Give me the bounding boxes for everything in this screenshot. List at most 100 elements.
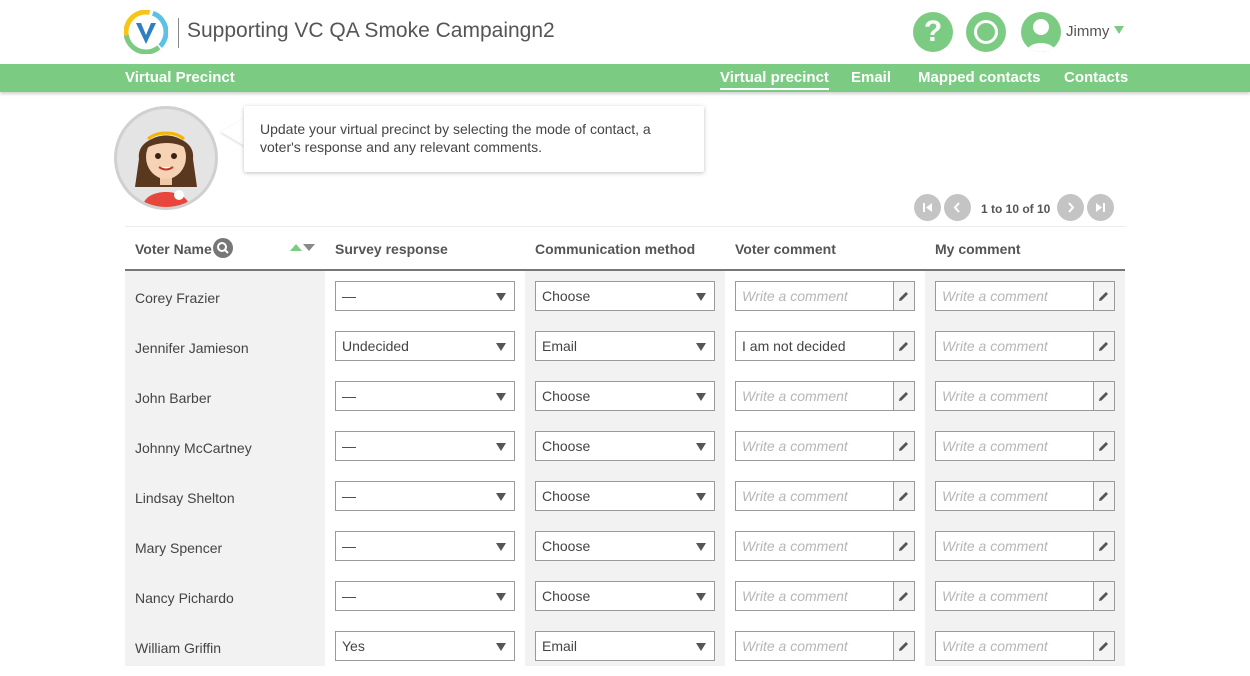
voter-name: William Griffin <box>135 640 222 656</box>
voter-comment-input[interactable] <box>736 632 893 660</box>
column-header-voter-name[interactable]: Voter Name <box>135 241 212 257</box>
survey-response-select[interactable]: — <box>335 431 515 461</box>
nav-link-virtual-precinct[interactable]: Virtual precinct <box>720 69 829 90</box>
my-comment-input[interactable] <box>936 382 1093 410</box>
table-row: Johnny McCartney — Choose <box>125 426 1125 476</box>
table-row: Lindsay Shelton — Choose <box>125 476 1125 526</box>
edit-voter-comment-button[interactable] <box>893 532 914 560</box>
communication-method-value: Choose <box>542 438 591 454</box>
survey-response-select[interactable]: — <box>335 581 515 611</box>
chevron-down-icon <box>696 593 706 601</box>
user-avatar[interactable] <box>1021 12 1061 52</box>
column-header-voter-comment: Voter comment <box>735 241 836 257</box>
edit-voter-comment-button[interactable] <box>893 432 914 460</box>
communication-method-select[interactable]: Choose <box>535 431 715 461</box>
survey-response-value: — <box>342 288 356 304</box>
survey-response-select[interactable]: — <box>335 531 515 561</box>
mascot-avatar <box>114 106 218 210</box>
edit-my-comment-button[interactable] <box>1093 632 1114 660</box>
app-header: Supporting VC QA Smoke Campaingn2 ? Jimm… <box>0 0 1250 64</box>
voter-name: Jennifer Jamieson <box>135 340 249 356</box>
chevron-down-icon <box>696 643 706 651</box>
voter-comment-input[interactable] <box>736 482 893 510</box>
next-page-button[interactable] <box>1057 194 1084 221</box>
status-ring-button[interactable] <box>966 12 1006 52</box>
voter-comment-field <box>735 581 915 611</box>
chevron-down-icon <box>496 293 506 301</box>
survey-response-select[interactable]: Undecided <box>335 331 515 361</box>
table-row: Corey Frazier — Choose <box>125 276 1125 326</box>
voter-name: John Barber <box>135 390 212 406</box>
voter-comment-field <box>735 431 915 461</box>
survey-response-value: Undecided <box>342 338 409 354</box>
last-page-button[interactable] <box>1087 194 1114 221</box>
edit-my-comment-button[interactable] <box>1093 582 1114 610</box>
edit-my-comment-button[interactable] <box>1093 332 1114 360</box>
communication-method-select[interactable]: Choose <box>535 381 715 411</box>
chevron-down-icon <box>696 493 706 501</box>
my-comment-field <box>935 531 1115 561</box>
chevron-down-icon <box>496 393 506 401</box>
nav-link-mapped-contacts[interactable]: Mapped contacts <box>918 69 1041 86</box>
pencil-icon <box>1099 542 1108 551</box>
edit-my-comment-button[interactable] <box>1093 382 1114 410</box>
edit-my-comment-button[interactable] <box>1093 432 1114 460</box>
communication-method-select[interactable]: Email <box>535 631 715 661</box>
communication-method-value: Choose <box>542 588 591 604</box>
communication-method-select[interactable]: Choose <box>535 481 715 511</box>
nav-link-contacts[interactable]: Contacts <box>1064 69 1128 86</box>
edit-voter-comment-button[interactable] <box>893 582 914 610</box>
edit-voter-comment-button[interactable] <box>893 332 914 360</box>
communication-method-select[interactable]: Email <box>535 331 715 361</box>
edit-voter-comment-button[interactable] <box>893 632 914 660</box>
my-comment-input[interactable] <box>936 332 1093 360</box>
edit-voter-comment-button[interactable] <box>893 282 914 310</box>
voter-name: Johnny McCartney <box>135 440 252 456</box>
first-page-button[interactable] <box>914 194 941 221</box>
user-name[interactable]: Jimmy <box>1066 23 1109 40</box>
search-icon[interactable] <box>213 238 233 258</box>
voter-name: Mary Spencer <box>135 540 223 556</box>
my-comment-input[interactable] <box>936 632 1093 660</box>
survey-response-value: — <box>342 438 356 454</box>
voter-comment-input[interactable] <box>736 432 893 460</box>
survey-response-select[interactable]: — <box>335 481 515 511</box>
edit-voter-comment-button[interactable] <box>893 482 914 510</box>
edit-my-comment-button[interactable] <box>1093 482 1114 510</box>
my-comment-field <box>935 381 1115 411</box>
communication-method-select[interactable]: Choose <box>535 581 715 611</box>
my-comment-input[interactable] <box>936 582 1093 610</box>
pagination-summary: 1 to 10 of 10 <box>981 202 1051 216</box>
nav-link-email[interactable]: Email <box>851 69 891 86</box>
edit-voter-comment-button[interactable] <box>893 382 914 410</box>
sort-ascending-icon[interactable] <box>290 244 302 251</box>
voter-comment-input[interactable] <box>736 332 893 360</box>
edit-my-comment-button[interactable] <box>1093 532 1114 560</box>
survey-response-select[interactable]: — <box>335 381 515 411</box>
campaign-title: Supporting VC QA Smoke Campaingn2 <box>187 19 555 42</box>
voter-comment-input[interactable] <box>736 382 893 410</box>
chevron-down-icon <box>496 643 506 651</box>
communication-method-select[interactable]: Choose <box>535 281 715 311</box>
survey-response-select[interactable]: — <box>335 281 515 311</box>
my-comment-input[interactable] <box>936 532 1093 560</box>
voter-comment-field <box>735 481 915 511</box>
communication-method-select[interactable]: Choose <box>535 531 715 561</box>
voter-comment-input[interactable] <box>736 532 893 560</box>
my-comment-input[interactable] <box>936 432 1093 460</box>
table-header-rule <box>125 269 1125 271</box>
voter-comment-input[interactable] <box>736 582 893 610</box>
pencil-icon <box>1099 292 1108 301</box>
my-comment-field <box>935 331 1115 361</box>
voter-comment-input[interactable] <box>736 282 893 310</box>
prev-page-button[interactable] <box>944 194 971 221</box>
v-logo-icon[interactable] <box>124 10 168 54</box>
edit-my-comment-button[interactable] <box>1093 282 1114 310</box>
sort-descending-icon[interactable] <box>303 244 315 251</box>
my-comment-field <box>935 631 1115 661</box>
my-comment-input[interactable] <box>936 282 1093 310</box>
survey-response-select[interactable]: Yes <box>335 631 515 661</box>
my-comment-input[interactable] <box>936 482 1093 510</box>
user-menu-caret-icon[interactable] <box>1114 26 1124 34</box>
help-button[interactable]: ? <box>913 12 953 52</box>
